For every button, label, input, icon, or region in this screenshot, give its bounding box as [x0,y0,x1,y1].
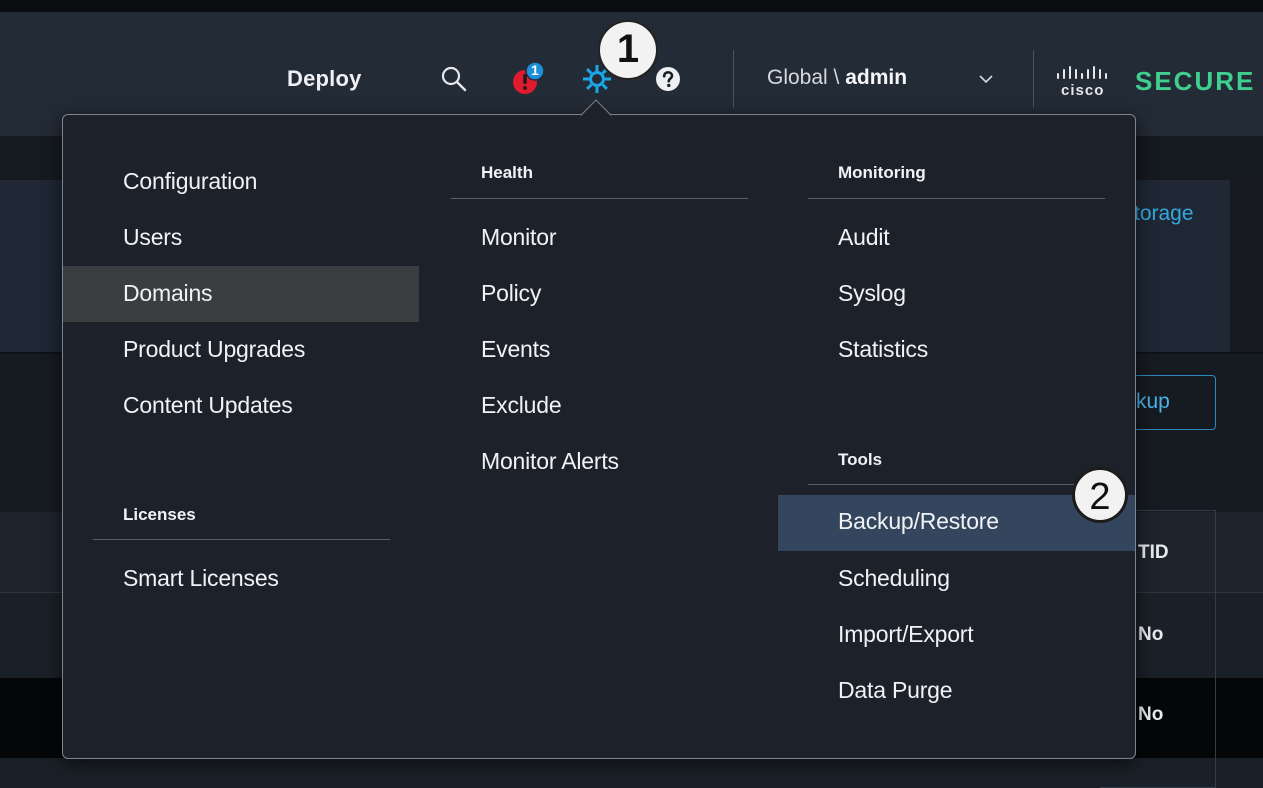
help-icon[interactable] [655,66,681,92]
heading-rule [93,539,390,540]
deploy-button[interactable]: Deploy [287,66,362,92]
step-callout-1: 1 [600,22,656,78]
system-settings-menu [62,114,1136,759]
menu-item-users[interactable]: Users [123,224,182,251]
menu-heading-monitoring: Monitoring [838,163,926,182]
cisco-logo-icon: cisco [1055,66,1117,100]
menu-item-exclude[interactable]: Exclude [481,392,562,419]
table-header-tid: TID [1138,542,1169,563]
cisco-wordmark: cisco [1061,82,1105,99]
menu-item-syslog[interactable]: Syslog [838,280,906,307]
menu-item-backup-restore[interactable]: Backup/Restore [838,508,999,535]
alert-icon [513,61,545,94]
menu-item-audit[interactable]: Audit [838,224,890,251]
heading-rule [451,198,748,199]
chevron-down-icon[interactable] [978,71,994,87]
menu-item-statistics[interactable]: Statistics [838,336,928,363]
hover-highlight [63,266,419,322]
search-icon[interactable] [440,65,468,93]
menu-heading-licenses: Licenses [123,505,196,524]
menu-heading-tools: Tools [838,450,883,469]
table-row[interactable] [0,758,1263,788]
menu-item-import-export[interactable]: Import/Export [838,621,974,648]
menu-item-product-upgrades[interactable]: Product Upgrades [123,336,305,363]
alerts-button[interactable]: 1 [511,61,545,96]
menu-item-scheduling[interactable]: Scheduling [838,565,950,592]
menu-item-smart-licenses[interactable]: Smart Licenses [123,565,279,592]
menu-item-data-purge[interactable]: Data Purge [838,677,953,704]
heading-rule [808,198,1105,199]
table-cell-tid-value: No [1138,624,1164,645]
menu-item-monitor[interactable]: Monitor [481,224,556,251]
domain-user: admin [845,66,908,89]
cisco-bars-icon [1057,66,1107,79]
menu-item-monitor-alerts[interactable]: Monitor Alerts [481,448,619,475]
alert-count-badge: 1 [531,62,539,78]
menu-item-policy[interactable]: Policy [481,280,541,307]
menu-item-content-updates[interactable]: Content Updates [123,392,293,419]
menu-heading-health: Health [481,163,533,182]
header-divider [1033,50,1034,108]
table-cell-tid-value: No [1138,704,1164,725]
top-strip [0,0,1263,12]
brand-secure-text: SECURE [1135,66,1256,96]
header-divider [733,50,734,108]
menu-item-events[interactable]: Events [481,336,550,363]
menu-item-configuration[interactable]: Configuration [123,168,257,195]
step-callout-2: 2 [1072,467,1128,523]
heading-rule [808,484,1105,485]
backup-button-label: kup [1136,390,1170,413]
domain-selector[interactable]: Global \ admin [767,66,907,90]
storage-link[interactable]: torage [1134,202,1194,226]
domain-prefix: Global \ [767,66,846,89]
menu-item-domains[interactable]: Domains [123,280,213,307]
